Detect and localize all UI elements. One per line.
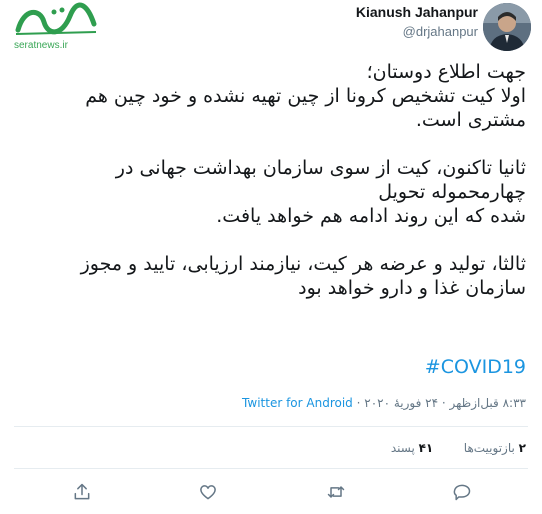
tweet-stats: ۲ بازتوییت‌ها ۴۱ پسند (391, 441, 526, 455)
tweet-actions (0, 478, 542, 506)
tweet-meta: ۸:۳۳ قبل‌ازظهر · ۲۴ فوریهٔ ۲۰۲۰ · Twitte… (242, 396, 526, 410)
tweet-line: سازمان غذا و دارو خواهد بود (298, 277, 526, 299)
reply-icon (453, 484, 471, 501)
tweet-line: اولا کیت تشخیص کرونا از چین تهیه نشده و … (85, 85, 526, 107)
avatar[interactable] (483, 3, 531, 51)
divider-bottom (14, 468, 528, 469)
divider-top (14, 426, 528, 427)
reply-button[interactable] (448, 478, 476, 506)
author-display-name[interactable]: Kianush Jahanpur (356, 4, 478, 20)
likes-count: ۴۱ (418, 441, 434, 455)
likes-stat[interactable]: ۴۱ پسند (391, 441, 433, 455)
tweet-paragraph-3: ثالثا، تولید و عرضه هر کیت، نیازمند ارزی… (14, 252, 526, 300)
retweet-icon (327, 486, 345, 498)
share-button[interactable] (68, 478, 96, 506)
tweet-line: چهارمحموله تحویل (378, 181, 526, 203)
tweet-line: شده که این روند ادامه هم خواهد یافت. (216, 205, 526, 227)
likes-label: پسند (390, 441, 415, 455)
tweet-timestamp[interactable]: ۸:۳۳ قبل‌ازظهر · ۲۴ فوریهٔ ۲۰۲۰ (364, 396, 526, 410)
hashtag-link[interactable]: #COVID19 (425, 356, 526, 378)
share-icon (74, 483, 90, 500)
tweet-line: ثانیا تاکنون، کیت از سوی سازمان بهداشت ج… (115, 157, 526, 179)
tweet-source-link[interactable]: Twitter for Android (242, 396, 353, 410)
heart-icon (200, 485, 216, 500)
tweet-paragraph-2: ثانیا تاکنون، کیت از سوی سازمان بهداشت ج… (14, 156, 526, 228)
retweets-label: بازتوییت‌ها (463, 441, 515, 455)
tweet-header: seratnews.ir Kianush Jahanpur @drjahanpu… (0, 0, 542, 56)
author-handle[interactable]: @drjahanpur (403, 24, 478, 39)
watermark-site: seratnews.ir (14, 40, 68, 51)
tweet-paragraph-1: جهت اطلاع دوستان؛ اولا کیت تشخیص کرونا ا… (14, 60, 526, 132)
tweet-line: مشتری است. (415, 109, 526, 131)
tweet-line: جهت اطلاع دوستان؛ (366, 61, 526, 83)
like-button[interactable] (194, 478, 222, 506)
tweet-line: ثالثا، تولید و عرضه هر کیت، نیازمند ارزی… (80, 253, 526, 275)
retweets-count: ۲ (518, 441, 526, 455)
meta-separator: · (352, 396, 365, 410)
tweet-text: جهت اطلاع دوستان؛ اولا کیت تشخیص کرونا ا… (14, 60, 526, 324)
retweets-stat[interactable]: ۲ بازتوییت‌ها (464, 441, 526, 455)
retweet-button[interactable] (322, 478, 350, 506)
